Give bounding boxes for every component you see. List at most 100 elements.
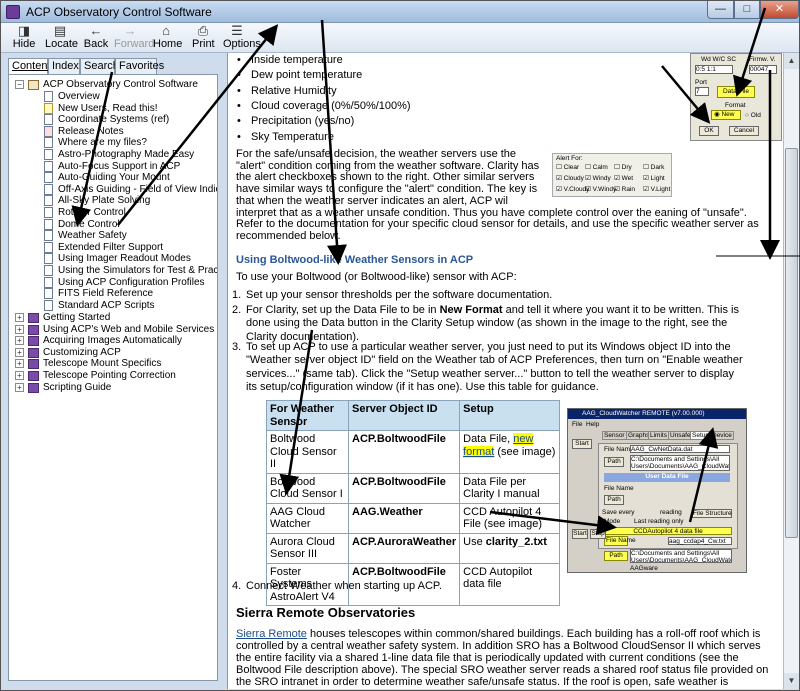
scroll-down-arrow-icon[interactable]: ▼: [784, 673, 799, 689]
title-bar[interactable]: ACP Observatory Control Software — □ ✕: [1, 1, 799, 23]
expand-icon[interactable]: +: [15, 347, 24, 357]
app-icon: [6, 5, 20, 19]
page-icon: [44, 172, 53, 184]
expand-icon[interactable]: +: [15, 324, 24, 334]
content-pane: Inside temperature Dew point temperature R…: [227, 53, 783, 689]
setup-cell: Data File, new format (see image): [459, 430, 561, 474]
step-line: For Clarity, set up the Data File to be …: [246, 304, 739, 316]
scroll-up-arrow-icon[interactable]: ▲: [784, 53, 799, 69]
aag-tab: Device: [710, 431, 734, 440]
hide-button[interactable]: ◨ Hide: [7, 24, 41, 52]
contents-tree: − ACP Observatory Control Software Overv…: [8, 74, 218, 681]
object-id-cell: ACP.AuroraWeather: [347, 532, 461, 564]
step-3: 3. To set up ACP to use a particular weat…: [232, 341, 774, 394]
locate-icon: ▤: [53, 23, 67, 38]
page-icon: [44, 160, 53, 172]
maximize-button[interactable]: □: [734, 1, 760, 19]
step-line: done using the Data button in the Clarit…: [246, 317, 728, 330]
object-id-cell: ACP.BoltwoodFile: [347, 430, 461, 474]
page-icon: [44, 288, 53, 300]
page-icon: [44, 265, 53, 276]
sensor-cell: AAG Cloud Watcher: [266, 502, 349, 534]
sensor-cell: Boltwood Cloud Sensor II: [266, 430, 349, 474]
alert-checkbox: ☑ Light: [643, 175, 665, 182]
aag-tab: Limits: [648, 431, 669, 440]
locate-button[interactable]: ▤ Locate: [45, 23, 78, 52]
object-id-cell: ACP.BoltwoodFile: [347, 472, 461, 504]
bullet-item: Inside temperature: [237, 54, 343, 66]
expand-icon[interactable]: +: [15, 382, 24, 392]
hide-icon: ◨: [17, 23, 31, 38]
page-icon: [44, 218, 53, 230]
book-icon: [28, 347, 39, 358]
alert-checkbox: ☑ Wet: [614, 175, 634, 182]
expand-icon[interactable]: +: [15, 359, 24, 369]
tab-search[interactable]: Search: [80, 58, 119, 74]
bullet-item: Cloud coverage (0%/50%/100%): [237, 100, 411, 112]
expand-icon[interactable]: +: [15, 313, 24, 322]
alert-checkbox: ☑ Cloudy: [556, 175, 584, 182]
step-4: 4. Connect Weather when starting up ACP.: [232, 580, 442, 592]
forward-button[interactable]: → Forward: [114, 23, 154, 52]
table-row: Aurora Cloud Sensor III ACP.AuroraWeather…: [266, 532, 561, 564]
alert-checkbox: ☐ Dry: [614, 164, 632, 171]
back-button[interactable]: ← Back: [83, 24, 109, 52]
setup-cell: CCD Autopilot 4 File (see image): [459, 502, 561, 534]
step-2: 2. For Clarity, set up the Data File to b…: [232, 304, 774, 344]
home-button[interactable]: ⌂ Home: [153, 24, 182, 52]
table-header-object-id: Server Object ID: [347, 400, 461, 431]
page-icon: [44, 241, 53, 253]
book-icon: [28, 382, 39, 393]
table-header-setup: Setup: [459, 400, 561, 431]
clarity-alert-screenshot: Alert For: ☐ Clear ☐ Calm ☐ Dry ☐ Dark ☑ Clo…: [552, 153, 672, 197]
data-file-button: Data File: [717, 86, 755, 98]
collapse-icon[interactable]: −: [15, 80, 24, 89]
step-line: its setup/configuration window (if it ha…: [246, 380, 599, 393]
expand-icon[interactable]: +: [15, 336, 24, 346]
table-row: Boltwood Cloud Sensor II ACP.BoltwoodFile…: [266, 430, 561, 474]
page-icon: [44, 230, 53, 242]
step-line: Set up your sensor thresholds per the so…: [246, 289, 553, 301]
alert-checkbox: ☐ Dark: [643, 164, 665, 171]
paragraph-line: recommended below.: [236, 229, 341, 242]
page-icon: [44, 91, 53, 102]
toolbar: ◨ Hide ▤ Locate ← Back → Forward ⌂ Home ⎙ Prin…: [1, 23, 799, 53]
page-icon: [44, 299, 53, 311]
step-line: To set up ACP to use a particular weathe…: [246, 341, 731, 353]
expand-icon[interactable]: +: [15, 371, 24, 380]
intro-text: To use your Boltwood (or Boltwood-like) …: [236, 271, 517, 283]
sensor-cell: Aurora Cloud Sensor III: [266, 532, 349, 564]
step-line: "Weather server object ID" field on the …: [246, 354, 743, 367]
aag-tab: Unsafe: [668, 431, 693, 440]
table-row: AAG Cloud Watcher AAG.Weather CCD Autopilo…: [266, 502, 561, 534]
vertical-scrollbar[interactable]: ▲ ▼: [783, 53, 799, 689]
forward-icon: →: [123, 23, 137, 38]
back-icon: ←: [89, 23, 103, 38]
page-icon: [44, 102, 53, 114]
bullet-item: Precipitation (yes/no): [237, 115, 354, 127]
book-icon: [28, 324, 39, 335]
table-header-sensor: For Weather Sensor: [266, 400, 349, 431]
aag-tab: Sensor: [602, 431, 627, 440]
alert-checkbox: ☑ Windy: [585, 175, 611, 182]
book-icon: [28, 371, 39, 381]
sierra-remote-link[interactable]: Sierra Remote: [236, 628, 307, 640]
help-window: ACP Observatory Control Software — □ ✕ ◨…: [0, 0, 800, 691]
clarity-setup-screenshot: Wd W/C SC Firmw. V. 0:5 1:1 00047 Port 7…: [690, 53, 782, 141]
options-button[interactable]: ☰ Options: [223, 23, 261, 52]
step-line: services..." (same tab). Click the "Setu…: [246, 367, 734, 380]
scroll-thumb[interactable]: [785, 148, 798, 538]
setup-cell: Use clarity_2.txt: [459, 532, 561, 564]
page-icon: [44, 137, 53, 149]
options-icon: ☰: [231, 23, 243, 38]
object-id-cell: AAG.Weather: [347, 502, 461, 534]
minimize-button[interactable]: —: [707, 1, 734, 19]
page-icon: [44, 207, 53, 218]
page-icon: [44, 276, 53, 288]
print-button[interactable]: ⎙ Print: [192, 24, 215, 52]
tab-contents[interactable]: Contents: [8, 58, 56, 75]
book-icon: [28, 359, 39, 370]
tab-favorites[interactable]: Favorites: [115, 58, 164, 74]
close-button[interactable]: ✕: [760, 1, 799, 19]
tab-index[interactable]: Index: [48, 58, 80, 74]
